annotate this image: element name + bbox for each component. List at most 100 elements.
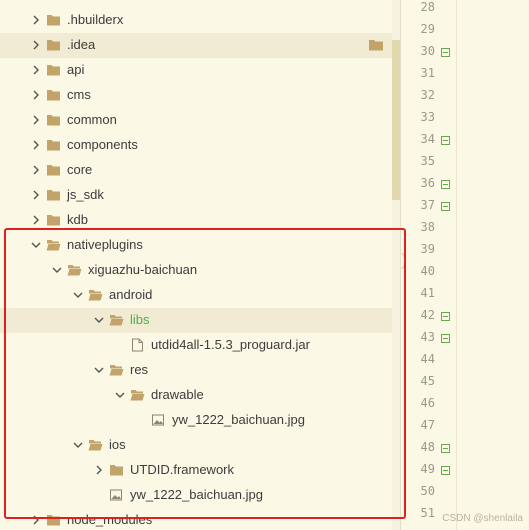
line-number: 49 <box>420 462 435 476</box>
chevron-right-icon[interactable] <box>30 89 42 101</box>
line-number: 34 <box>420 132 435 146</box>
chevron-right-icon[interactable] <box>30 164 42 176</box>
tree-item-label: kdb <box>67 212 88 227</box>
line-number: 30 <box>420 44 435 58</box>
line-number: 45 <box>420 374 435 388</box>
tree-item-label: api <box>67 62 85 77</box>
folder-icon <box>47 90 60 101</box>
line-number: 48 <box>420 440 435 454</box>
tree-item-label: res <box>130 362 149 377</box>
chevron-right-icon[interactable] <box>30 64 42 76</box>
chevron-right-icon[interactable] <box>30 189 42 201</box>
tree-folder-row[interactable]: drawable <box>0 383 392 408</box>
folder-icon <box>47 140 60 151</box>
tree-folder-row[interactable]: android <box>0 283 392 308</box>
open-folder-action-icon[interactable] <box>368 38 384 52</box>
fold-marker-icon[interactable] <box>441 444 450 453</box>
fold-marker-icon[interactable] <box>441 334 450 343</box>
tree-file-row[interactable]: yw_1222_baichuan.jpg <box>0 483 392 508</box>
folder-icon <box>47 40 60 51</box>
tree-item-label: yw_1222_baichuan.jpg <box>172 412 305 427</box>
tree-item-label: cms <box>67 87 91 102</box>
line-number: 44 <box>420 352 435 366</box>
tree-item-label: xiguazhu-baichuan <box>88 262 198 277</box>
cut-off-label <box>38 0 98 3</box>
line-number: 39 <box>420 242 435 256</box>
tree-item-label: utdid4all-1.5.3_proguard.jar <box>151 337 310 352</box>
folder-open-icon <box>109 365 124 376</box>
chevron-down-icon[interactable] <box>114 389 126 401</box>
tree-item-label: node_modules <box>67 512 153 527</box>
chevron-right-icon[interactable] <box>30 14 42 26</box>
tree-folder-row[interactable]: xiguazhu-baichuan <box>0 258 392 283</box>
chevron-right-icon[interactable] <box>30 214 42 226</box>
line-number: 42 <box>420 308 435 322</box>
tree-folder-row[interactable]: ios <box>0 433 392 458</box>
fold-marker-icon[interactable] <box>441 202 450 211</box>
line-number: 31 <box>420 66 435 80</box>
fold-marker-icon[interactable] <box>441 180 450 189</box>
tree-file-row[interactable]: yw_1222_baichuan.jpg <box>0 408 392 433</box>
tree-folder-row[interactable]: js_sdk <box>0 183 392 208</box>
folder-open-icon <box>88 290 103 301</box>
editor-gutter: 28 29 30 31 32 33 34 35 36 37 38 39 40 41 42 43 44 45 46 47… <box>401 0 529 530</box>
line-number: 38 <box>420 220 435 234</box>
folder-icon <box>47 515 60 526</box>
tree-folder-row[interactable]: res <box>0 358 392 383</box>
chevron-down-icon[interactable] <box>72 439 84 451</box>
folder-open-icon <box>46 240 61 251</box>
tree-item-label: components <box>67 137 138 152</box>
tree-folder-row[interactable]: kdb <box>0 208 392 233</box>
folder-open-icon <box>109 315 124 326</box>
folder-icon <box>47 65 60 76</box>
chevron-down-icon[interactable] <box>72 289 84 301</box>
tree-folder-row[interactable]: components <box>0 133 392 158</box>
tree-folder-row[interactable]: common <box>0 108 392 133</box>
explorer-scrollbar-thumb[interactable] <box>392 40 400 200</box>
line-number: 47 <box>420 418 435 432</box>
fold-marker-icon[interactable] <box>441 312 450 321</box>
line-number: 46 <box>420 396 435 410</box>
line-number: 29 <box>420 22 435 36</box>
tree-file-row[interactable]: utdid4all-1.5.3_proguard.jar <box>0 333 392 358</box>
fold-marker-icon[interactable] <box>441 48 450 57</box>
line-number: 50 <box>420 484 435 498</box>
chevron-right-icon[interactable] <box>93 464 105 476</box>
folder-icon <box>110 465 123 476</box>
line-number: 36 <box>420 176 435 190</box>
tree-item-label: .idea <box>67 37 96 52</box>
chevron-right-icon[interactable] <box>30 139 42 151</box>
fold-marker-icon[interactable] <box>441 466 450 475</box>
chevron-down-icon[interactable] <box>93 364 105 376</box>
fold-marker-icon[interactable] <box>441 136 450 145</box>
tree-item-label: .hbuilderx <box>67 12 124 27</box>
chevron-right-icon[interactable] <box>30 39 42 51</box>
file-explorer: .hbuilderx .idea api cms common components cor… <box>0 0 392 530</box>
image-file-icon <box>110 489 122 501</box>
folder-icon <box>47 215 60 226</box>
tree-item-label: js_sdk <box>67 187 104 202</box>
tree-folder-row[interactable]: nativeplugins <box>0 233 392 258</box>
folder-icon <box>47 190 60 201</box>
chevron-down-icon[interactable] <box>51 264 63 276</box>
tree-folder-row[interactable]: core <box>0 158 392 183</box>
tree-folder-row[interactable]: UTDID.framework <box>0 458 392 483</box>
chevron-down-icon[interactable] <box>93 314 105 326</box>
line-number: 41 <box>420 286 435 300</box>
folder-icon <box>47 15 60 26</box>
chevron-down-icon[interactable] <box>30 239 42 251</box>
tree-folder-row[interactable]: api <box>0 58 392 83</box>
tree-folder-row[interactable]: libs <box>0 308 392 333</box>
tree-item-label: android <box>109 287 153 302</box>
chevron-right-icon[interactable] <box>30 114 42 126</box>
line-number: 32 <box>420 88 435 102</box>
folder-icon <box>47 165 60 176</box>
chevron-right-icon[interactable] <box>30 514 42 526</box>
tree-folder-row[interactable]: .hbuilderx <box>0 8 392 33</box>
tree-item-label: yw_1222_baichuan.jpg <box>130 487 263 502</box>
tree-folder-row[interactable]: .idea <box>0 33 392 58</box>
tree-folder-row[interactable]: cms <box>0 83 392 108</box>
tree-folder-row[interactable]: node_modules <box>0 508 392 530</box>
tree-item-label: drawable <box>151 387 204 402</box>
line-number: 43 <box>420 330 435 344</box>
